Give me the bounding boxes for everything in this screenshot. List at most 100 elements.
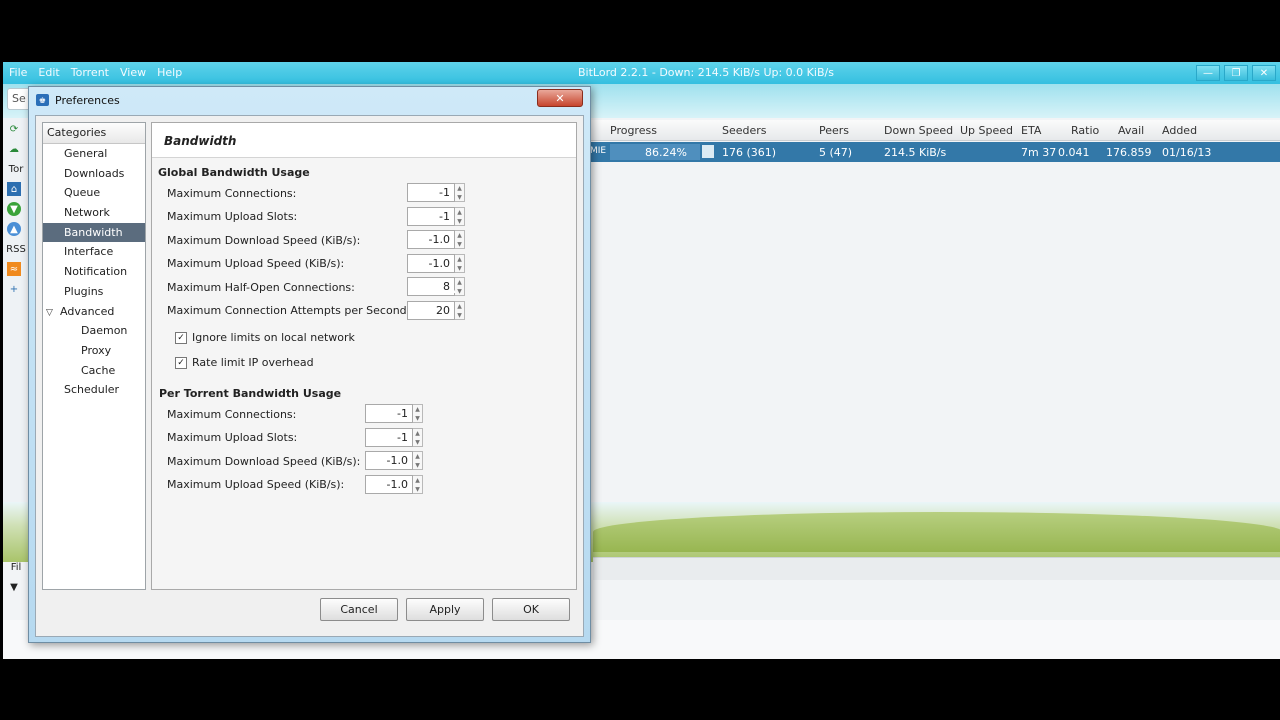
rate-limit-overhead-label: Rate limit IP overhead [192,356,314,369]
window-title: BitLord 2.2.1 - Down: 214.5 KiB/s Up: 0.… [578,66,834,79]
category-advanced[interactable]: ▽ Advanced [43,302,145,322]
menu-torrent[interactable]: Torrent [71,66,109,79]
menu-file[interactable]: File [9,66,27,79]
torrent-max-upload-speed-field[interactable]: -1.0 [365,475,413,494]
expand-triangle-icon[interactable]: ▽ [46,304,60,324]
column-progress[interactable]: Progress [610,124,657,137]
sidebar-label-files: Fil [10,561,22,573]
spinner-arrows-icon[interactable]: ▲ ▼ [455,230,465,249]
global-max-connections-spinner: -1 ▲ ▼ [407,183,465,202]
row-eta: 7m 37 [1021,146,1057,159]
per-torrent-bandwidth-header: Per Torrent Bandwidth Usage [159,387,342,400]
apply-button[interactable]: Apply [406,598,484,621]
categories-header: Categories [43,123,145,144]
menu-bar: File Edit Torrent View Help [9,66,182,79]
table-row[interactable]: MIE 86.24% 176 (361) 5 (47) 214.5 KiB/s … [588,142,1280,162]
torrent-max-upload-slots-field[interactable]: -1 [365,428,413,447]
global-max-connections-label: Maximum Connections: [167,187,297,200]
rate-limit-overhead-checkbox[interactable]: ✓ Rate limit IP overhead [175,356,314,369]
row-seeders: 176 (361) [722,146,777,159]
checkmark-icon[interactable]: ✓ [175,356,187,369]
app-icon: ♚ [36,94,49,106]
chevron-down-icon[interactable]: ▼ [7,580,21,594]
ignore-local-limits-checkbox[interactable]: ✓ Ignore limits on local network [175,331,355,344]
category-proxy[interactable]: Proxy [43,341,145,361]
spinner-arrows-icon[interactable]: ▲ ▼ [413,404,423,423]
maximize-icon[interactable]: ❐ [1224,65,1248,81]
torrent-max-upload-slots-spinner: -1 ▲ ▼ [365,428,423,447]
panel-title: Bandwidth [164,134,237,148]
menu-view[interactable]: View [120,66,146,79]
category-bandwidth[interactable]: Bandwidth [43,222,145,243]
global-max-upload-slots-field[interactable]: -1 [407,207,455,226]
row-added: 01/16/13 [1162,146,1212,159]
torrent-max-connections-spinner: -1 ▲ ▼ [365,404,423,423]
upload-cloud-icon[interactable]: ☁ [7,142,21,156]
column-ratio[interactable]: Ratio [1071,124,1099,137]
minimize-icon[interactable]: — [1196,65,1220,81]
column-down-speed[interactable]: Down Speed [884,124,953,137]
global-max-upload-speed-field[interactable]: -1.0 [407,254,455,273]
global-max-conn-attempts-field[interactable]: 20 [407,301,455,320]
column-added[interactable]: Added [1162,124,1197,137]
cancel-button[interactable]: Cancel [320,598,398,621]
global-max-half-open-spinner: 8 ▲ ▼ [407,277,465,296]
spinner-arrows-icon[interactable]: ▲ ▼ [413,475,423,494]
category-downloads[interactable]: Downloads [43,164,145,184]
spinner-arrows-icon[interactable]: ▲ ▼ [413,451,423,470]
global-max-half-open-field[interactable]: 8 [407,277,455,296]
category-general[interactable]: General [43,144,145,164]
global-max-conn-attempts-spinner: 20 ▲ ▼ [407,301,465,320]
category-queue[interactable]: Queue [43,183,145,203]
category-notification[interactable]: Notification [43,262,145,282]
close-icon[interactable]: ✕ [537,89,583,107]
category-interface[interactable]: Interface [43,242,145,262]
column-seeders[interactable]: Seeders [722,124,767,137]
global-max-download-speed-field[interactable]: -1.0 [407,230,455,249]
refresh-icon[interactable]: ⟳ [7,122,21,136]
category-daemon[interactable]: Daemon [43,321,145,341]
row-name: MIE [590,146,607,156]
rss-icon[interactable]: ≈ [7,262,21,276]
column-peers[interactable]: Peers [819,124,849,137]
menu-edit[interactable]: Edit [38,66,59,79]
close-icon[interactable]: ✕ [1252,65,1276,81]
dialog-title: Preferences [55,94,120,107]
ok-button[interactable]: OK [492,598,570,621]
category-cache[interactable]: Cache [43,361,145,381]
add-icon[interactable]: + [7,282,21,296]
torrent-max-upload-slots-label: Maximum Upload Slots: [167,431,298,444]
title-bar: File Edit Torrent View Help BitLord 2.2.… [3,62,1280,84]
torrent-max-connections-field[interactable]: -1 [365,404,413,423]
row-ratio: 0.041 [1058,146,1090,159]
details-tabs [593,557,1280,580]
spinner-arrows-icon[interactable]: ▲ ▼ [455,254,465,273]
torrent-max-download-speed-field[interactable]: -1.0 [365,451,413,470]
home-icon[interactable]: ⌂ [7,182,21,196]
category-network[interactable]: Network [43,203,145,223]
panel-header: Bandwidth [152,123,576,158]
checkmark-icon[interactable]: ✓ [175,331,187,344]
settings-panel: Bandwidth Global Bandwidth Usage Maximum… [151,122,577,590]
category-plugins[interactable]: Plugins [43,282,145,302]
column-up-speed[interactable]: Up Speed [960,124,1013,137]
global-max-upload-speed-spinner: -1.0 ▲ ▼ [407,254,465,273]
spinner-arrows-icon[interactable]: ▲ ▼ [455,207,465,226]
global-max-upload-slots-label: Maximum Upload Slots: [167,210,298,223]
column-avail[interactable]: Avail [1118,124,1144,137]
spinner-arrows-icon[interactable]: ▲ ▼ [455,277,465,296]
spinner-arrows-icon[interactable]: ▲ ▼ [455,183,465,202]
spinner-arrows-icon[interactable]: ▲ ▼ [455,301,465,320]
upload-icon[interactable]: ▲ [7,222,21,236]
torrent-max-download-speed-spinner: -1.0 ▲ ▼ [365,451,423,470]
menu-help[interactable]: Help [157,66,182,79]
global-max-download-speed-spinner: -1.0 ▲ ▼ [407,230,465,249]
category-scheduler[interactable]: Scheduler [43,380,145,400]
global-bandwidth-header: Global Bandwidth Usage [158,166,310,179]
column-eta[interactable]: ETA [1021,124,1041,137]
download-icon[interactable]: ▼ [7,202,21,216]
torrent-max-upload-speed-spinner: -1.0 ▲ ▼ [365,475,423,494]
spinner-arrows-icon[interactable]: ▲ ▼ [413,428,423,447]
global-max-conn-attempts-label: Maximum Connection Attempts per Second: [167,304,411,317]
global-max-connections-field[interactable]: -1 [407,183,455,202]
